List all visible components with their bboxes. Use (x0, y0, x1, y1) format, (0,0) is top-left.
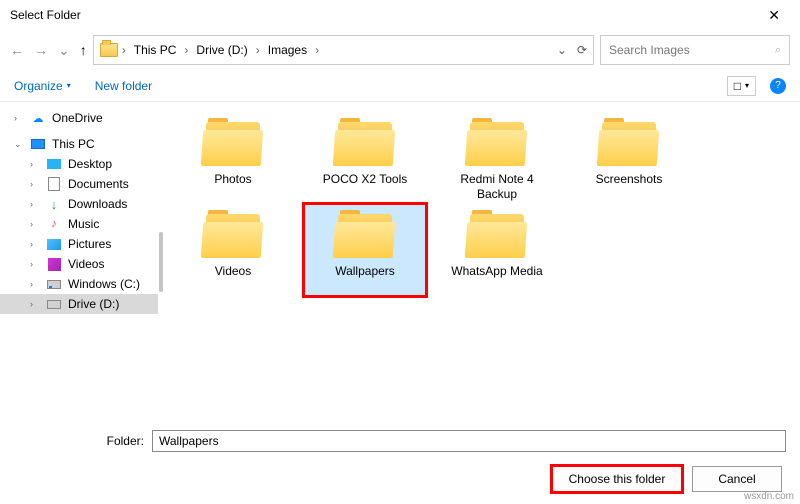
download-icon: ↓ (46, 197, 62, 211)
tree-drive-d[interactable]: › Drive (D:) (0, 294, 158, 314)
search-placeholder: Search Images (609, 43, 690, 57)
folder-label: WhatsApp Media (440, 264, 554, 294)
folder-item[interactable]: Screenshots (568, 112, 690, 204)
pc-icon (31, 139, 45, 149)
caret-down-icon[interactable]: ⌄ (14, 139, 24, 150)
nav-recent[interactable]: ⌄ (58, 42, 70, 59)
help-button[interactable]: ? (770, 78, 786, 94)
folder-label: Screenshots (572, 172, 686, 202)
tree-onedrive[interactable]: › ☁ OneDrive (0, 108, 158, 128)
breadcrumb[interactable]: Drive (D:) (192, 43, 251, 57)
tree-thispc[interactable]: ⌄ This PC (0, 134, 158, 154)
music-icon: ♪ (46, 217, 62, 231)
nav-up[interactable]: ↑ (80, 42, 87, 58)
folder-label: Photos (176, 172, 290, 202)
refresh-button[interactable]: ⟳ (577, 43, 587, 57)
folder-label: POCO X2 Tools (308, 172, 422, 202)
new-folder-button[interactable]: New folder (95, 79, 152, 93)
close-button[interactable]: ✕ (758, 3, 790, 28)
view-options[interactable]: □ ▾ (727, 76, 756, 96)
folder-item[interactable]: Wallpapers (304, 204, 426, 296)
tree-documents[interactable]: › Documents (0, 174, 158, 194)
nav-forward: → (34, 42, 48, 58)
folder-icon (334, 210, 396, 258)
folder-item[interactable]: Photos (172, 112, 294, 204)
pictures-icon (47, 239, 61, 250)
tree-pictures[interactable]: › Pictures (0, 234, 158, 254)
folder-label: Videos (176, 264, 290, 294)
drive-icon (47, 300, 61, 309)
navigation-tree: › ☁ OneDrive ⌄ This PC › Desktop › Docum… (0, 102, 158, 422)
folder-icon (202, 210, 264, 258)
search-icon: ⌕ (775, 44, 781, 57)
nav-back[interactable]: ← (10, 42, 24, 58)
breadcrumb[interactable]: Images (264, 43, 311, 57)
cancel-button[interactable]: Cancel (692, 466, 782, 492)
tree-downloads[interactable]: ›↓ Downloads (0, 194, 158, 214)
folder-label: Redmi Note 4 Backup (440, 172, 554, 202)
folder-label: Wallpapers (308, 264, 422, 294)
tree-videos[interactable]: › Videos (0, 254, 158, 274)
document-icon (48, 177, 60, 191)
search-input[interactable]: Search Images ⌕ (600, 35, 790, 65)
folder-icon (466, 210, 528, 258)
folder-item[interactable]: Redmi Note 4 Backup (436, 112, 558, 204)
folder-item[interactable]: Videos (172, 204, 294, 296)
folder-icon (202, 118, 264, 166)
address-bar[interactable]: › This PC › Drive (D:) › Images › ⌄ ⟳ (93, 35, 594, 65)
desktop-icon (47, 159, 61, 169)
folder-label: Folder: (14, 434, 144, 448)
folder-item[interactable]: WhatsApp Media (436, 204, 558, 296)
folder-icon (100, 43, 118, 57)
caret-icon[interactable]: › (14, 113, 24, 123)
tree-drive-c[interactable]: › Windows (C:) (0, 274, 158, 294)
breadcrumb[interactable]: This PC (130, 43, 181, 57)
folder-item[interactable]: POCO X2 Tools (304, 112, 426, 204)
tree-desktop[interactable]: › Desktop (0, 154, 158, 174)
onedrive-icon: ☁ (30, 111, 46, 125)
window-title: Select Folder (10, 8, 81, 22)
choose-folder-button[interactable]: Choose this folder (552, 466, 682, 492)
drive-icon (47, 280, 61, 289)
videos-icon (48, 258, 61, 271)
organize-menu[interactable]: Organize ▾ (14, 79, 71, 93)
folder-icon (466, 118, 528, 166)
folder-icon (598, 118, 660, 166)
folder-view[interactable]: Photos POCO X2 Tools Redmi Note 4 Backup… (164, 102, 800, 422)
tree-music[interactable]: ›♪ Music (0, 214, 158, 234)
watermark: wsxdn.com (744, 491, 794, 502)
folder-name-input[interactable] (152, 430, 786, 452)
address-dropdown[interactable]: ⌄ (557, 43, 567, 57)
folder-icon (334, 118, 396, 166)
